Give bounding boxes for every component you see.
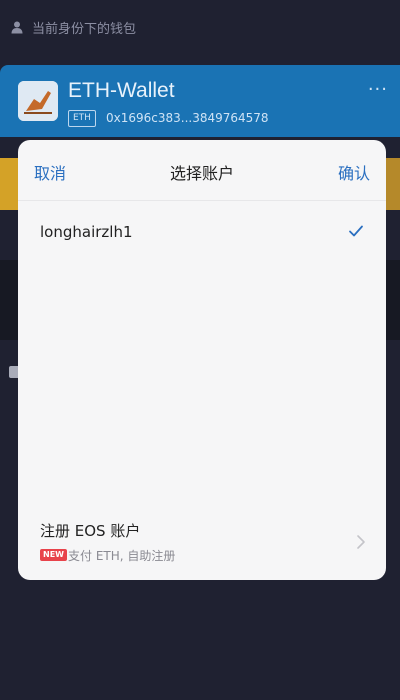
account-item[interactable]: longhairzlh1	[18, 201, 386, 263]
wallet-chain-tag: ETH	[68, 110, 96, 127]
register-subtitle: 支付 ETH, 自助注册	[68, 549, 176, 563]
confirm-button[interactable]: 确认	[338, 160, 370, 184]
modal-title: 选择账户	[169, 164, 234, 183]
user-icon	[11, 21, 23, 34]
check-icon	[349, 225, 363, 237]
modal-header: 取消 选择账户 确认	[18, 140, 386, 201]
register-eos-account-item[interactable]: 注册 EOS 账户 NEW 支付 ETH, 自助注册	[18, 504, 386, 580]
chevron-right-icon	[357, 535, 365, 549]
wallet-logo-icon	[18, 81, 58, 121]
account-name: longhairzlh1	[40, 223, 133, 241]
wallet-card[interactable]: ETH-Wallet ETH 0x1696c383...3849764578 ·…	[0, 65, 400, 137]
wallet-name: ETH-Wallet	[68, 79, 175, 102]
identity-wallets-header: 当前身份下的钱包	[0, 0, 400, 54]
header-title: 当前身份下的钱包	[32, 21, 137, 37]
more-icon[interactable]: ···	[368, 79, 388, 100]
register-title: 注册 EOS 账户	[40, 522, 141, 540]
select-account-modal: 取消 选择账户 确认 longhairzlh1 注册 EOS 账户 NEW 支付…	[18, 140, 386, 580]
wallet-address: 0x1696c383...3849764578	[106, 111, 269, 125]
new-badge: NEW	[40, 549, 67, 561]
